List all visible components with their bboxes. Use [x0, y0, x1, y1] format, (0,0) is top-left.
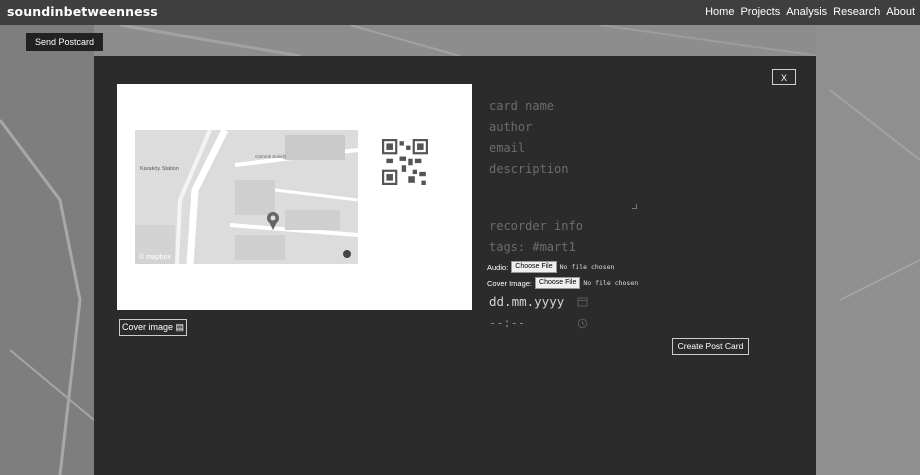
date-input[interactable]: dd.mm.yyyy — [489, 294, 564, 309]
top-nav-bar: soundinbetweenness Home Projects Analysi… — [0, 0, 920, 25]
nav-research[interactable]: Research — [833, 6, 880, 18]
close-button[interactable]: X — [772, 69, 796, 85]
mapbox-logo: © mapbox — [139, 253, 172, 261]
postcard-modal: X Karaköy Station Gümrük Sokağı © mapbox — [94, 56, 816, 475]
email-input[interactable]: email — [489, 141, 525, 155]
cover-no-file-text: No file chosen — [583, 279, 639, 287]
postcard-preview: Karaköy Station Gümrük Sokağı © mapbox — [117, 84, 472, 310]
brand-title[interactable]: soundinbetweenness — [7, 4, 158, 19]
send-postcard-button[interactable]: Send Postcard — [26, 33, 103, 51]
recorder-info-input[interactable]: recorder info — [489, 219, 583, 233]
tags-input[interactable]: tags: #mart1 — [489, 240, 576, 254]
nav-projects[interactable]: Projects — [740, 6, 780, 18]
file-icon: ▤ — [175, 322, 185, 332]
map-station-label: Karaköy Station — [140, 166, 179, 172]
clock-icon[interactable] — [577, 318, 588, 329]
resize-handle-icon[interactable] — [632, 204, 637, 209]
create-post-card-button[interactable]: Create Post Card — [672, 338, 749, 355]
qr-code-icon — [382, 139, 428, 185]
cover-image-button[interactable]: Cover image ▤ — [119, 319, 187, 336]
audio-label: Audio: — [487, 262, 509, 272]
card-name-input[interactable]: card name — [489, 99, 554, 113]
cover-image-label: Cover image — [121, 322, 173, 332]
time-input[interactable]: --:-- — [489, 316, 525, 330]
audio-file-row: Audio: Choose File No file chosen — [487, 261, 614, 273]
description-textarea[interactable]: description — [489, 162, 568, 176]
nav-analysis[interactable]: Analysis — [786, 6, 827, 18]
cover-file-row: Cover Image: Choose File No file chosen — [487, 277, 638, 289]
cover-choose-file-button[interactable]: Choose File — [535, 277, 581, 289]
cover-image-file-label: Cover Image: — [487, 278, 533, 288]
nav-about[interactable]: About — [886, 6, 915, 18]
mini-map[interactable]: Karaköy Station Gümrük Sokağı © mapbox — [135, 130, 358, 264]
info-icon[interactable] — [343, 250, 351, 258]
nav-home[interactable]: Home — [705, 6, 734, 18]
audio-no-file-text: No file chosen — [559, 263, 615, 271]
nav-menu: Home Projects Analysis Research About — [705, 6, 915, 18]
calendar-icon[interactable] — [577, 296, 588, 307]
author-input[interactable]: author — [489, 120, 532, 134]
audio-choose-file-button[interactable]: Choose File — [511, 261, 557, 273]
map-street-label: Gümrük Sokağı — [255, 154, 286, 159]
